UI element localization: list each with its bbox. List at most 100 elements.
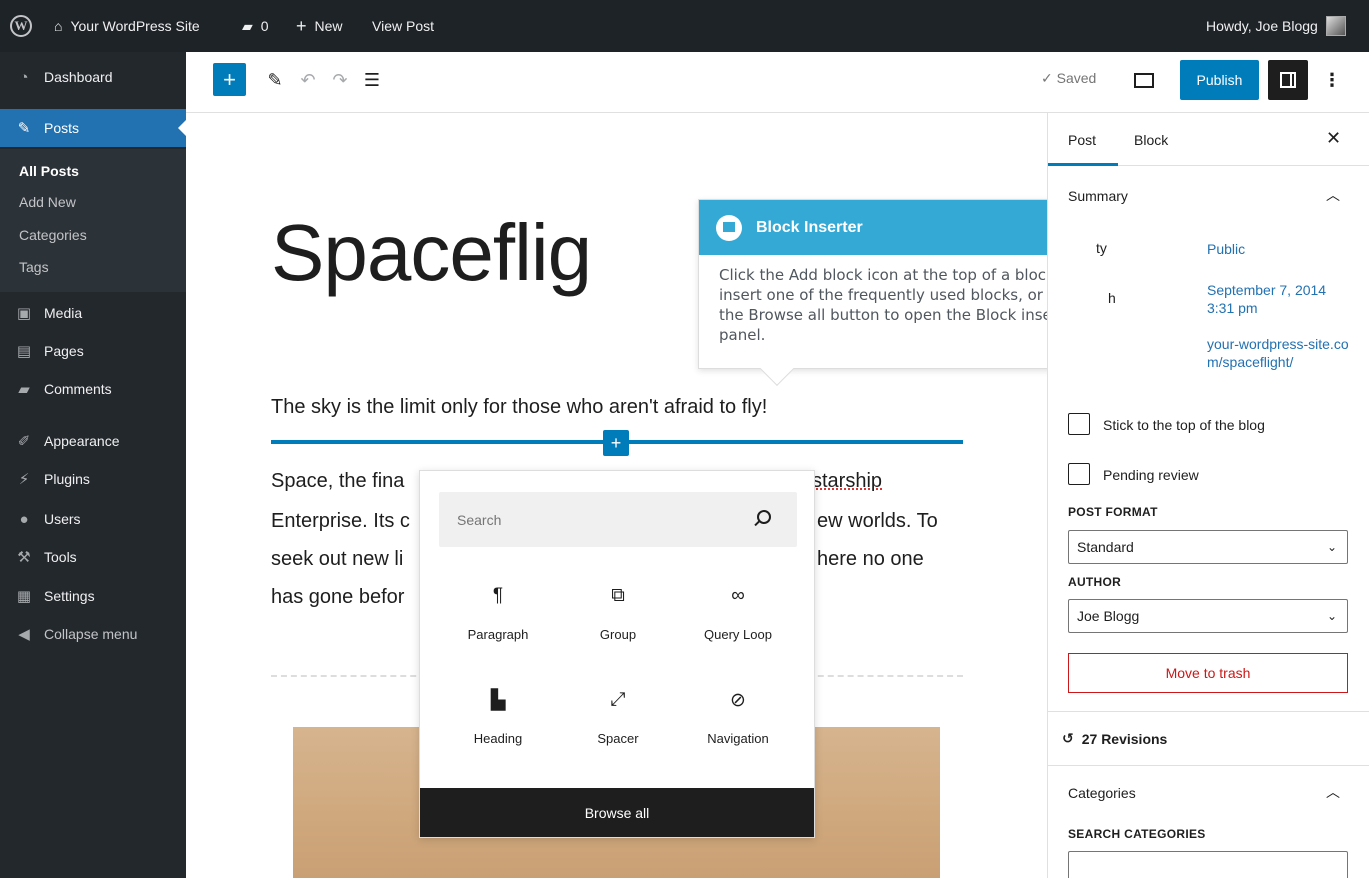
menu-label: Users (44, 511, 81, 527)
quick-inserter-popover: Search ¶ Paragraph ⧉ Group ∞ Query Loop … (419, 470, 815, 838)
menu-tools[interactable]: ⚒ Tools (0, 538, 186, 576)
menu-settings[interactable]: ▦ Settings (0, 577, 186, 615)
publish-button[interactable]: Publish (1180, 60, 1259, 100)
spacer-arrows-icon: ⤢ (610, 689, 626, 710)
url-value[interactable]: your-wordpress-site.com/spaceflight/ (1207, 335, 1355, 371)
collapse-menu-button[interactable]: ◀ Collapse menu (0, 615, 186, 653)
pages-icon: ▤ (16, 343, 32, 360)
block-label: Group (599, 627, 637, 642)
pending-review-checkbox[interactable] (1068, 463, 1090, 485)
posts-submenu: All Posts Add New Categories Tags (0, 149, 186, 292)
body-line-1a[interactable]: Space, the fina (271, 470, 404, 493)
heading-bookmark-icon: ▙ (490, 690, 506, 711)
visibility-value[interactable]: Public (1207, 240, 1355, 258)
search-categories-label: SEARCH CATEGORIES (1068, 827, 1206, 841)
menu-posts[interactable]: ✎ Posts (0, 109, 186, 147)
settings-panel-toggle[interactable] (1268, 60, 1308, 100)
paragraph-icon: ¶ (492, 585, 504, 606)
account-menu[interactable]: Howdy, Joe Blogg (1206, 0, 1346, 52)
close-icon[interactable]: ✕ (1326, 128, 1341, 149)
more-options-icon[interactable]: ⋮ (1322, 66, 1342, 94)
avatar (1325, 16, 1346, 36)
new-content-link[interactable]: + New (296, 0, 343, 52)
editor-toolbar: + ✎ ↶ ↷ ☰ ✓ Saved Publish ⋮ (186, 52, 1369, 113)
chevron-up-icon[interactable]: ︿ (1326, 185, 1340, 205)
stick-to-top-checkbox[interactable] (1068, 413, 1090, 435)
categories-heading[interactable]: Categories (1068, 785, 1136, 801)
block-query-loop[interactable]: ∞ Query Loop (678, 571, 798, 661)
publish-date-value[interactable]: September 7, 2014 3:31 pm (1207, 281, 1355, 317)
menu-dashboard[interactable]: ◔ Dashboard (0, 58, 186, 96)
block-group[interactable]: ⧉ Group (558, 571, 678, 661)
submenu-categories[interactable]: Categories (19, 227, 87, 243)
dashboard-icon: ◔ (19, 68, 29, 86)
post-format-label: POST FORMAT (1068, 505, 1158, 519)
submenu-add-new[interactable]: Add New (19, 194, 76, 210)
block-heading[interactable]: ▙ Heading (438, 675, 558, 765)
body-line-1b[interactable]: starship (812, 470, 882, 493)
body-line-4a[interactable]: has gone befor (271, 586, 404, 609)
search-categories-input[interactable] (1068, 851, 1348, 878)
menu-comments[interactable]: ▰ Comments (0, 370, 186, 408)
tab-post[interactable]: Post (1068, 132, 1096, 148)
body-line-2b[interactable]: ew worlds. To (817, 510, 938, 533)
menu-media[interactable]: ▣ Media (0, 294, 186, 332)
body-line-3b[interactable]: here no one (817, 548, 924, 571)
site-name-label: Your WordPress Site (70, 18, 200, 34)
undo-icon[interactable]: ↶ (294, 66, 322, 94)
submenu-tags[interactable]: Tags (19, 259, 49, 275)
stick-to-top-label: Stick to the top of the blog (1103, 417, 1265, 433)
wordpress-logo-icon[interactable]: W (10, 15, 32, 37)
wrench-icon: ⚒ (17, 549, 31, 566)
site-name-link[interactable]: ⌂ Your WordPress Site (54, 0, 200, 52)
author-select[interactable]: Joe Blogg ⌄ (1068, 599, 1348, 633)
browse-all-button[interactable]: Browse all (420, 788, 814, 837)
collapse-icon: ◀ (18, 626, 30, 643)
menu-label: Pages (44, 343, 84, 359)
comments-count: 0 (260, 18, 269, 34)
view-post-link[interactable]: View Post (372, 0, 434, 52)
tab-block[interactable]: Block (1134, 132, 1168, 148)
paragraph-block-subtitle[interactable]: The sky is the limit only for those who … (271, 396, 767, 419)
block-spacer[interactable]: ⤢ Spacer (558, 675, 678, 765)
add-block-button[interactable]: + (213, 63, 246, 96)
block-label: Query Loop (704, 627, 772, 642)
active-tab-indicator (1048, 163, 1118, 166)
block-label: Spacer (597, 731, 639, 746)
redo-icon[interactable]: ↷ (326, 66, 354, 94)
body-line-2a[interactable]: Enterprise. Its c (271, 510, 410, 533)
menu-plugins[interactable]: ⚡ Plugins (0, 460, 186, 498)
comments-link[interactable]: ▰ 0 (242, 0, 269, 52)
chevron-up-icon[interactable]: ︿ (1326, 782, 1340, 802)
post-format-select[interactable]: Standard ⌄ (1068, 530, 1348, 564)
menu-appearance[interactable]: ✐ Appearance (0, 422, 186, 460)
publish-label: h (1108, 290, 1116, 306)
menu-label: Settings (44, 588, 95, 604)
plug-icon: ⚡ (18, 471, 30, 488)
search-placeholder: Search (457, 511, 502, 528)
revisions-link[interactable]: ↺ 27 Revisions (1062, 730, 1167, 747)
document-overview-icon[interactable]: ☰ (358, 66, 386, 94)
move-to-trash-button[interactable]: Move to trash (1068, 653, 1348, 693)
admin-bar: W ⌂ Your WordPress Site ▰ 0 + New View P… (0, 0, 1369, 52)
block-paragraph[interactable]: ¶ Paragraph (438, 571, 558, 661)
block-search-input[interactable]: Search (439, 492, 797, 547)
block-label: Heading (473, 731, 523, 746)
menu-label: Appearance (44, 433, 120, 449)
tools-pen-icon[interactable]: ✎ (261, 66, 289, 94)
settings-icon: ▦ (16, 588, 32, 605)
preview-icon[interactable] (1132, 70, 1156, 90)
users-icon: ● (19, 510, 29, 528)
block-label: Paragraph (467, 627, 529, 642)
menu-pages[interactable]: ▤ Pages (0, 332, 186, 370)
block-navigation[interactable]: ⊘ Navigation (678, 675, 798, 765)
submenu-all-posts[interactable]: All Posts (19, 163, 79, 179)
post-title[interactable]: Spaceflig (271, 207, 592, 299)
menu-label: Dashboard (44, 69, 113, 85)
comment-bubble-icon: ▰ (242, 17, 253, 34)
inline-add-block-button[interactable]: + (603, 430, 629, 456)
body-line-3a[interactable]: seek out new li (271, 548, 403, 571)
menu-label: Posts (44, 120, 80, 136)
summary-heading[interactable]: Summary (1068, 188, 1128, 204)
menu-users[interactable]: ● Users (0, 500, 186, 538)
